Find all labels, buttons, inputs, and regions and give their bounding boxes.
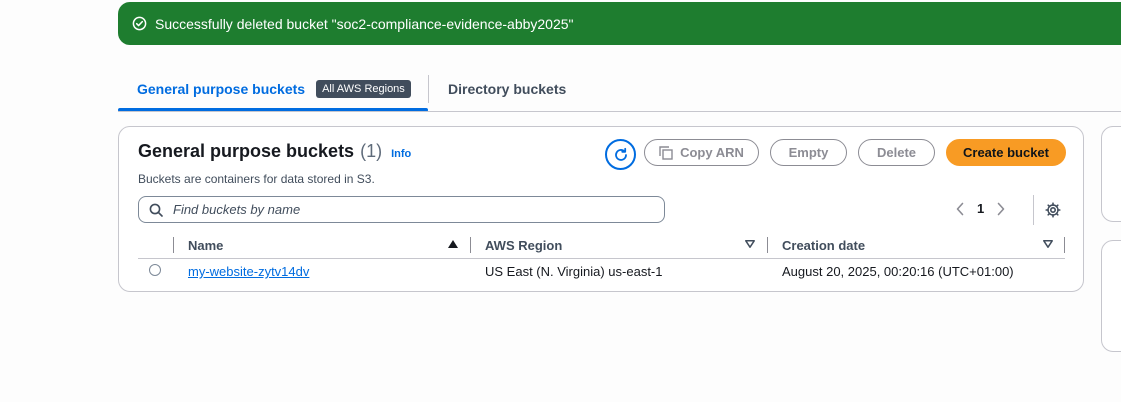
next-page-icon[interactable] <box>996 202 1006 216</box>
delete-label: Delete <box>876 145 917 160</box>
flash-message: Successfully deleted bucket "soc2-compli… <box>155 15 574 32</box>
tab-divider <box>428 75 429 103</box>
bucket-region: US East (N. Virginia) us-east-1 <box>485 264 663 279</box>
bucket-creation-date: August 20, 2025, 00:20:16 (UTC+01:00) <box>782 264 1014 279</box>
column-header-creation-date[interactable]: Creation date <box>782 238 865 253</box>
column-header-name[interactable]: Name <box>188 238 223 253</box>
column-divider[interactable] <box>470 237 471 253</box>
sort-ascending-icon[interactable] <box>448 240 458 248</box>
create-bucket-label: Create bucket <box>963 145 1049 160</box>
delete-button[interactable]: Delete <box>858 139 935 166</box>
copy-arn-label: Copy ARN <box>680 145 744 160</box>
create-bucket-button[interactable]: Create bucket <box>946 139 1066 166</box>
search-icon <box>149 203 163 217</box>
column-divider <box>173 237 174 253</box>
tab-directory-buckets[interactable]: Directory buckets <box>448 66 566 112</box>
current-page-number[interactable]: 1 <box>977 201 984 216</box>
tab-general-purpose-buckets[interactable]: General purpose buckets All AWS Regions <box>118 66 428 112</box>
copy-arn-button[interactable]: Copy ARN <box>644 139 759 166</box>
panel-description: Buckets are containers for data stored i… <box>138 172 375 186</box>
bucket-type-tabs: General purpose buckets All AWS Regions … <box>118 66 1121 112</box>
all-regions-badge: All AWS Regions <box>316 80 411 98</box>
success-flash-banner: Successfully deleted bucket "soc2-compli… <box>118 2 1121 45</box>
table-row: my-website-zytv14dv US East (N. Virginia… <box>138 259 1065 285</box>
refresh-button[interactable] <box>605 139 636 170</box>
row-select-radio[interactable] <box>149 264 161 276</box>
pagination: 1 <box>955 201 1006 216</box>
copy-icon <box>659 145 673 160</box>
gear-icon[interactable] <box>1045 202 1061 218</box>
tabs-baseline <box>118 111 1121 112</box>
column-header-region[interactable]: AWS Region <box>485 238 562 253</box>
buckets-panel: General purpose buckets (1) Info Buckets… <box>118 126 1084 292</box>
info-link[interactable]: Info <box>391 148 411 160</box>
column-divider[interactable] <box>1064 237 1065 253</box>
panel-header: General purpose buckets (1) Info <box>138 141 411 162</box>
search-box <box>138 196 665 223</box>
side-panel-card <box>1101 126 1121 222</box>
column-divider[interactable] <box>767 237 768 253</box>
check-circle-icon <box>132 16 147 31</box>
bucket-count: (1) <box>360 141 383 161</box>
sort-caret-down-icon[interactable] <box>1043 240 1053 248</box>
search-input[interactable] <box>171 201 645 218</box>
previous-page-icon[interactable] <box>955 202 965 216</box>
empty-button[interactable]: Empty <box>770 139 847 166</box>
sort-caret-down-icon[interactable] <box>745 240 755 248</box>
empty-label: Empty <box>788 145 829 160</box>
bucket-name-link[interactable]: my-website-zytv14dv <box>188 264 309 279</box>
refresh-icon <box>613 147 629 163</box>
tab-general-purpose-label: General purpose buckets <box>137 81 306 97</box>
tab-directory-label: Directory buckets <box>448 81 567 97</box>
pagination-divider <box>1033 195 1034 225</box>
side-panel-card <box>1101 240 1121 352</box>
page-title: General purpose buckets <box>138 141 355 161</box>
table-header: Name AWS Region Creation date <box>138 235 1065 259</box>
